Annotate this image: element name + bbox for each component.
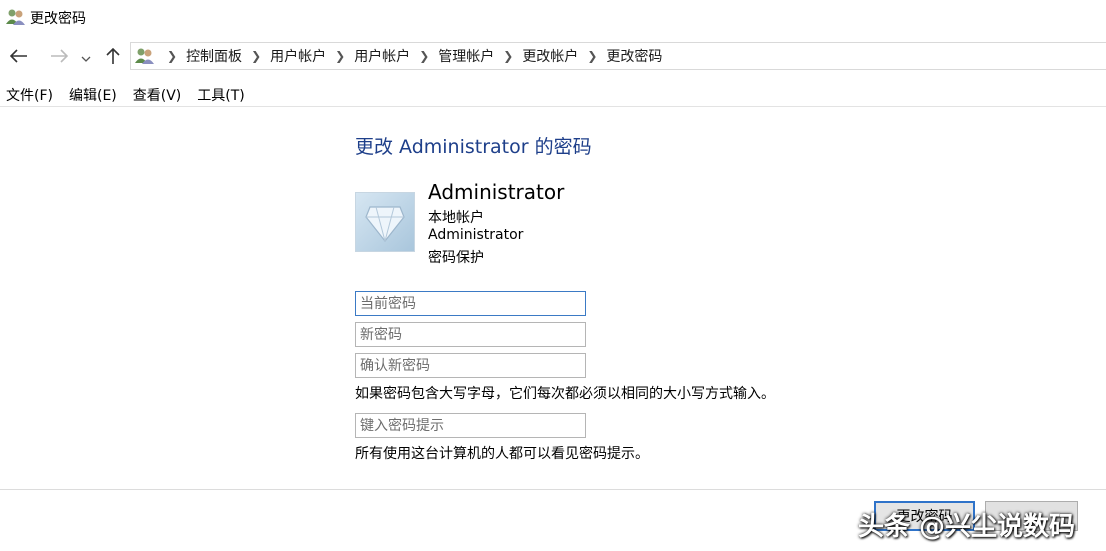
menu-bar: 文件(F) 编辑(E) 查看(V) 工具(T) [0, 82, 1106, 107]
footer-divider [0, 489, 1106, 490]
breadcrumb-item[interactable]: 用户帐户 [270, 46, 326, 66]
chevron-down-icon [81, 50, 91, 66]
breadcrumb-item[interactable]: 控制面板 [186, 46, 242, 66]
back-button[interactable] [6, 46, 32, 70]
users-icon [6, 8, 26, 26]
current-password-input[interactable] [355, 291, 586, 316]
navigation-bar: ❯ 控制面板 ❯ 用户帐户 ❯ 用户帐户 ❯ 管理帐户 ❯ 更改帐户 ❯ 更改密… [0, 40, 1106, 74]
chevron-right-icon[interactable]: ❯ [587, 49, 597, 63]
recent-locations-button[interactable] [76, 46, 96, 70]
breadcrumb: ❯ 控制面板 ❯ 用户帐户 ❯ 用户帐户 ❯ 管理帐户 ❯ 更改帐户 ❯ 更改密… [161, 43, 662, 69]
new-password-input[interactable] [355, 322, 586, 347]
account-name: Administrator [428, 180, 565, 204]
avatar-image [365, 206, 405, 242]
menu-edit[interactable]: 编辑(E) [69, 82, 117, 106]
address-bar[interactable]: ❯ 控制面板 ❯ 用户帐户 ❯ 用户帐户 ❯ 管理帐户 ❯ 更改帐户 ❯ 更改密… [130, 42, 1106, 70]
chevron-right-icon[interactable]: ❯ [503, 49, 513, 63]
breadcrumb-item[interactable]: 用户帐户 [354, 46, 410, 66]
menu-tools[interactable]: 工具(T) [197, 82, 244, 106]
avatar [355, 192, 415, 252]
menu-view[interactable]: 查看(V) [133, 82, 182, 106]
window-title: 更改密码 [30, 11, 86, 27]
case-sensitivity-note: 如果密码包含大写字母，它们每次都必须以相同的大小写方式输入。 [355, 386, 775, 402]
chevron-right-icon[interactable]: ❯ [419, 49, 429, 63]
breadcrumb-item-current[interactable]: 更改密码 [606, 46, 662, 66]
account-type: 本地帐户 [428, 210, 484, 226]
hint-visibility-note: 所有使用这台计算机的人都可以看见密码提示。 [355, 446, 649, 462]
password-hint-input[interactable] [355, 413, 586, 438]
arrow-left-icon [9, 49, 28, 67]
confirm-password-input[interactable] [355, 353, 586, 378]
arrow-up-icon [106, 47, 120, 68]
watermark: 头条 @兴尘说数码 [858, 512, 1076, 542]
chevron-right-icon[interactable]: ❯ [335, 49, 345, 63]
account-protection: 密码保护 [428, 250, 484, 266]
account-group: Administrator [428, 227, 524, 243]
breadcrumb-item[interactable]: 更改帐户 [522, 46, 578, 66]
chevron-right-icon[interactable]: ❯ [167, 49, 177, 63]
breadcrumb-item[interactable]: 管理帐户 [438, 46, 494, 66]
page-title: 更改 Administrator 的密码 [355, 136, 592, 158]
chevron-right-icon[interactable]: ❯ [251, 49, 261, 63]
menu-file[interactable]: 文件(F) [6, 82, 53, 106]
title-bar: 更改密码 [0, 0, 1106, 36]
arrow-right-icon [50, 49, 69, 67]
up-button[interactable] [100, 46, 126, 70]
users-icon [135, 47, 155, 65]
forward-button[interactable] [46, 46, 72, 70]
